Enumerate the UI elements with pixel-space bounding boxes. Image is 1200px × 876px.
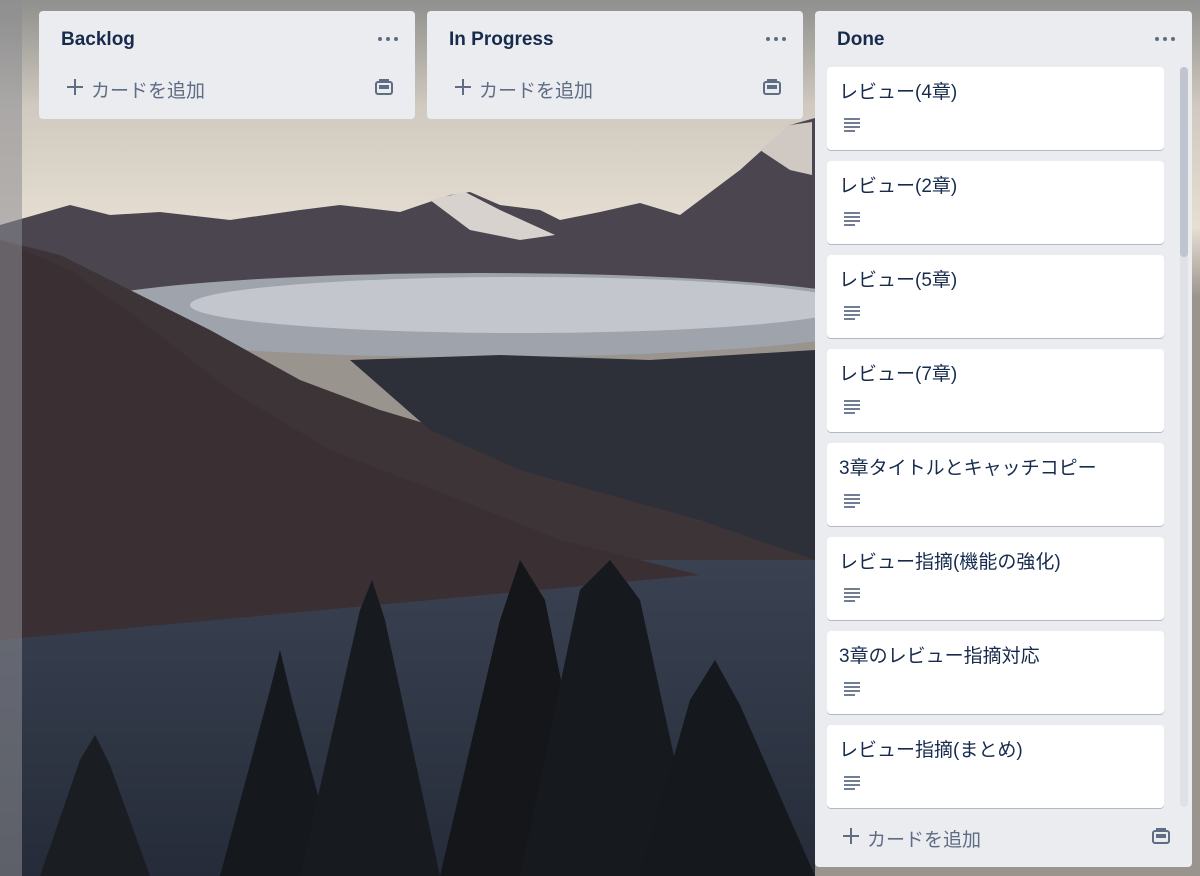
add-card-label: カードを追加 (479, 81, 594, 102)
ellipsis-icon[interactable] (1152, 29, 1178, 47)
card[interactable]: レビュー(2章) (827, 161, 1164, 244)
add-card-label: カードを追加 (91, 81, 206, 102)
card-title: レビュー(5章) (839, 270, 958, 291)
description-lines-icon (844, 494, 860, 508)
list-title[interactable]: Done (837, 29, 885, 51)
plus-icon (843, 828, 859, 844)
description-lines-icon (844, 776, 860, 790)
description-lines-icon (844, 588, 860, 602)
card[interactable]: レビュー指摘(機能の強化) (827, 537, 1164, 620)
list-title[interactable]: Backlog (61, 29, 135, 51)
card-template-icon[interactable] (373, 77, 395, 99)
card[interactable]: 3章タイトルとキャッチコピー (827, 443, 1164, 526)
list-in-progress: In Progress カードを追加 (427, 11, 803, 119)
board-left-edge (0, 0, 22, 876)
description-lines-icon (844, 306, 860, 320)
card-template-icon[interactable] (1150, 826, 1172, 848)
add-card-button[interactable]: カードを追加 (439, 68, 791, 108)
add-card-label: カードを追加 (867, 830, 982, 851)
ellipsis-icon[interactable] (763, 29, 789, 47)
add-card-button[interactable]: カードを追加 (51, 68, 403, 108)
description-lines-icon (844, 212, 860, 226)
card-title: レビュー(7章) (839, 364, 958, 385)
list-header: In Progress (427, 11, 803, 67)
list-title[interactable]: In Progress (449, 29, 554, 51)
description-lines-icon (844, 682, 860, 696)
card-list: レビュー(4章) レビュー(2章) レビュー(5章) レビュー(7章) 3章タイ… (827, 67, 1164, 810)
list-scrollbar[interactable] (1180, 67, 1188, 807)
list-done: Done レビュー(4章) レビュー(2章) レビュー(5章) レビュー(7章)… (815, 11, 1192, 867)
card-template-icon[interactable] (761, 77, 783, 99)
description-lines-icon (844, 400, 860, 414)
card-title: レビュー(2章) (839, 176, 958, 197)
plus-icon (67, 79, 83, 95)
card[interactable]: レビュー(7章) (827, 349, 1164, 432)
card[interactable]: レビュー指摘(まとめ) (827, 725, 1164, 808)
add-card-button[interactable]: カードを追加 (827, 817, 1180, 857)
card[interactable]: レビュー(4章) (827, 67, 1164, 150)
card-title: レビュー指摘(機能の強化) (839, 552, 1061, 573)
list-header: Backlog (39, 11, 415, 67)
board-top-edge (0, 0, 1200, 10)
card[interactable]: 3章のレビュー指摘対応 (827, 631, 1164, 714)
list-header: Done (815, 11, 1192, 67)
card-title: レビュー(4章) (839, 82, 958, 103)
description-lines-icon (844, 118, 860, 132)
list-backlog: Backlog カードを追加 (39, 11, 415, 119)
card-title: 3章タイトルとキャッチコピー (839, 458, 1097, 479)
plus-icon (455, 79, 471, 95)
ellipsis-icon[interactable] (375, 29, 401, 47)
scrollbar-thumb[interactable] (1180, 67, 1188, 257)
card-title: 3章のレビュー指摘対応 (839, 646, 1040, 667)
card[interactable]: レビュー(5章) (827, 255, 1164, 338)
card-title: レビュー指摘(まとめ) (839, 740, 1023, 761)
